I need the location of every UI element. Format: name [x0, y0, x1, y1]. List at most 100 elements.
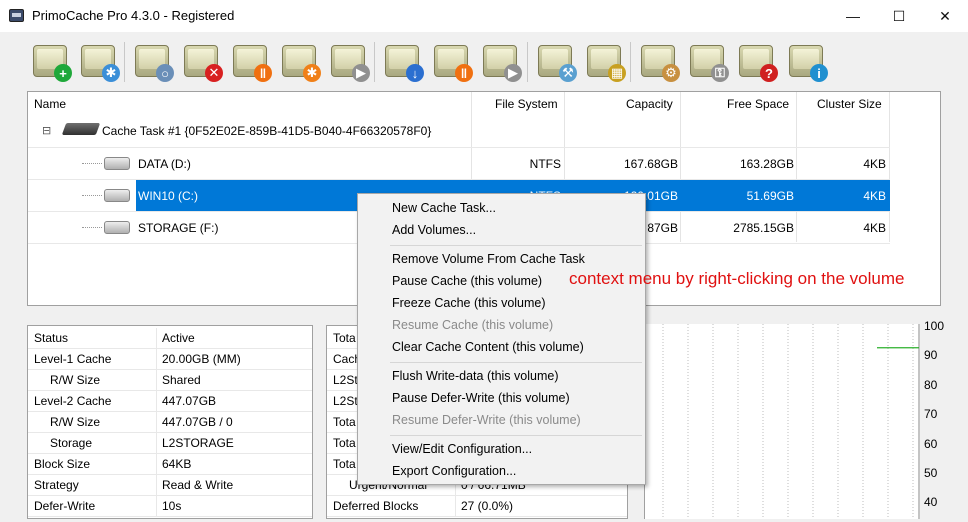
- menu-item-pause-cache-this-volume[interactable]: Pause Cache (this volume): [392, 271, 542, 291]
- flush-write-data-button[interactable]: ↓: [382, 40, 426, 84]
- app-icon: [9, 9, 24, 22]
- volume-capacity: 167.68GB: [623, 157, 678, 171]
- menu-item-freeze-cache-this-volume[interactable]: Freeze Cache (this volume): [392, 293, 546, 313]
- statistic-key: Tota: [333, 331, 356, 345]
- property-key: Level-2 Cache: [34, 394, 112, 408]
- maximize-button[interactable]: ☐: [876, 0, 922, 32]
- property-key: Storage: [50, 436, 93, 450]
- new-cache-task-button[interactable]: +: [30, 40, 74, 84]
- help-icon: ?: [760, 64, 778, 82]
- tree-collapse-icon[interactable]: ⊟: [42, 124, 51, 137]
- resume-cache-icon: ▶: [352, 64, 370, 82]
- resume-cache-button[interactable]: ▶: [328, 40, 372, 84]
- menu-item-add-volumes[interactable]: Add Volumes...: [392, 220, 476, 240]
- col-file-system[interactable]: File System: [495, 92, 558, 116]
- volume-free: 2785.15GB: [733, 221, 794, 235]
- new-cache-task-icon: +: [54, 64, 72, 82]
- statistic-key: L2St: [333, 394, 358, 408]
- chart-tick-label: 100: [924, 319, 945, 333]
- statistic-key: Tota: [333, 415, 356, 429]
- cache-chart: [644, 324, 920, 519]
- add-volumes-icon: ✱: [102, 64, 120, 82]
- col-name[interactable]: Name: [34, 92, 66, 116]
- license-button[interactable]: ⚿: [687, 40, 731, 84]
- freeze-cache-icon: ✱: [303, 64, 321, 82]
- menu-item-remove-volume-from-cache-task[interactable]: Remove Volume From Cache Task: [392, 249, 585, 269]
- volume-capacity: 87GB: [647, 221, 678, 235]
- about-icon: i: [810, 64, 828, 82]
- statistic-key: Tota: [333, 436, 356, 450]
- close-button[interactable]: ✕: [922, 0, 968, 32]
- chart-tick-label: 90: [924, 348, 938, 363]
- memory-button[interactable]: ▦: [584, 40, 628, 84]
- menu-separator: [390, 362, 642, 363]
- menu-item-clear-cache-content-this-volume[interactable]: Clear Cache Content (this volume): [392, 337, 584, 357]
- menu-item-resume-defer-write-this-volume: Resume Defer-Write (this volume): [392, 413, 581, 427]
- remove-button[interactable]: ✕: [181, 40, 225, 84]
- property-value: Read & Write: [162, 478, 234, 492]
- cache-chart-svg: [662, 324, 920, 519]
- tree-branch: [82, 163, 102, 164]
- menu-item-view-edit-configuration[interactable]: View/Edit Configuration...: [392, 439, 532, 459]
- property-row: Level-1 Cache 20.00GB (MM): [28, 349, 312, 370]
- property-value: 20.00GB (MM): [162, 352, 241, 366]
- volume-name: DATA (D:): [138, 157, 191, 171]
- minimize-button[interactable]: —: [830, 0, 876, 32]
- resume-defer-write-icon: ▶: [504, 64, 522, 82]
- title-bar: PrimoCache Pro 4.3.0 - Registered — ☐ ✕: [0, 0, 968, 32]
- find-button[interactable]: ○: [132, 40, 176, 84]
- menu-separator: [390, 435, 642, 436]
- property-value: L2STORAGE: [162, 436, 234, 450]
- toolbar: + ✱ ○ ✕ ‖ ✱ ▶ ↓ ‖ ▶ ⚒ ▦ ⚙ ⚿? i: [0, 34, 968, 88]
- menu-item-pause-defer-write-this-volume[interactable]: Pause Defer-Write (this volume): [392, 388, 570, 408]
- menu-item-export-configuration[interactable]: Export Configuration...: [392, 461, 516, 481]
- property-row: Strategy Read & Write: [28, 475, 312, 496]
- col-free-space[interactable]: Free Space: [727, 92, 789, 116]
- volume-free: 51.69GB: [746, 189, 794, 203]
- menu-separator: [390, 245, 642, 246]
- disk-icon: [104, 221, 130, 234]
- col-cluster-size[interactable]: Cluster Size: [817, 92, 882, 116]
- memory-icon: ▦: [608, 64, 626, 82]
- chart-tick-label: 70: [924, 407, 938, 422]
- annotation-text: context menu by right-clicking on the vo…: [569, 269, 905, 288]
- tree-branch: [82, 195, 102, 196]
- col-capacity[interactable]: Capacity: [626, 92, 673, 116]
- resume-defer-write-button[interactable]: ▶: [480, 40, 524, 84]
- volume-fs: NTFS: [529, 157, 561, 171]
- pause-defer-write-button[interactable]: ‖: [431, 40, 475, 84]
- statistic-key: Deferred Blocks: [333, 499, 419, 513]
- pause-defer-write-icon: ‖: [455, 64, 473, 82]
- property-key: R/W Size: [50, 415, 101, 429]
- window-title: PrimoCache Pro 4.3.0 - Registered: [32, 8, 235, 23]
- toolbar-separator: [374, 42, 375, 82]
- volume-cluster: 4KB: [863, 157, 886, 171]
- menu-item-resume-cache-this-volume: Resume Cache (this volume): [392, 318, 554, 332]
- toolbar-separator: [630, 42, 631, 82]
- menu-item-flush-write-data-this-volume[interactable]: Flush Write-data (this volume): [392, 366, 559, 386]
- flush-write-data-icon: ↓: [406, 64, 424, 82]
- statistic-value: 27 (0.0%): [461, 499, 514, 513]
- property-row: Status Active: [28, 328, 312, 349]
- volume-name: WIN10 (C:): [138, 189, 198, 203]
- add-volumes-button[interactable]: ✱: [78, 40, 122, 84]
- property-row: Level-2 Cache 447.07GB: [28, 391, 312, 412]
- context-menu: New Cache Task... Add Volumes... Remove Vo…: [357, 193, 646, 485]
- chart-tick-label: 40: [924, 495, 938, 510]
- cache-task-row[interactable]: ⊟ Cache Task #1 {0F52E02E-859B-41D5-B040…: [28, 116, 890, 148]
- pause-cache-button[interactable]: ‖: [230, 40, 274, 84]
- settings-button[interactable]: ⚙: [638, 40, 682, 84]
- property-value: 64KB: [162, 457, 192, 471]
- tools-button[interactable]: ⚒: [535, 40, 579, 84]
- cache-task-icon: [61, 123, 101, 135]
- property-value: 10s: [162, 499, 182, 513]
- about-button[interactable]: i: [786, 40, 830, 84]
- freeze-cache-button[interactable]: ✱: [279, 40, 323, 84]
- chart-tick-label: 80: [924, 377, 938, 392]
- property-key: Level-1 Cache: [34, 352, 112, 366]
- help-button[interactable]: ?: [736, 40, 780, 84]
- menu-item-new-cache-task[interactable]: New Cache Task...: [392, 198, 496, 218]
- license-icon: ⚿: [711, 64, 729, 82]
- property-key: Status: [34, 331, 69, 345]
- volume-row[interactable]: DATA (D:) NTFS 167.68GB 163.28GB 4KB: [28, 148, 890, 180]
